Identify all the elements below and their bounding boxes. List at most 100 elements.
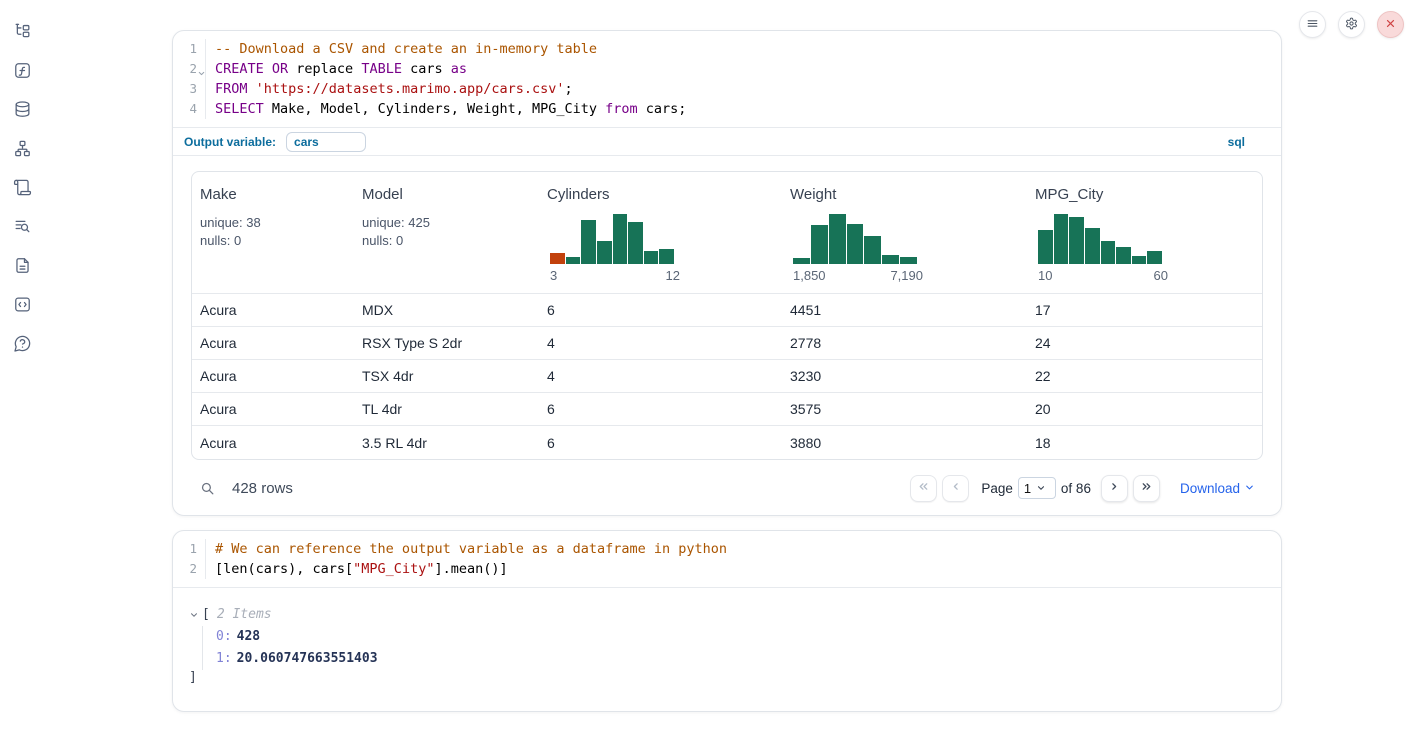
table-cell: 4451 (782, 302, 1027, 318)
line-number: 2 (173, 59, 206, 79)
close-icon (1384, 17, 1397, 33)
line-number: 3 (173, 79, 206, 99)
column-stat: unique: 425 (362, 214, 531, 232)
output-variable-label: Output variable: (184, 135, 276, 149)
histogram-min-label: 1,850 (793, 268, 826, 283)
histogram-bar[interactable] (613, 214, 628, 264)
search-icon[interactable] (199, 480, 216, 497)
fold-indicator[interactable] (197, 64, 206, 73)
download-button[interactable]: Download (1180, 481, 1255, 496)
output-variable-row: Output variable: sql (173, 127, 1281, 156)
first-page-button[interactable] (910, 475, 937, 502)
tree-value: 20.060747663551403 (237, 651, 378, 666)
python-code-editor[interactable]: 1# We can reference the output variable … (173, 531, 1281, 587)
histogram-bar[interactable] (847, 224, 864, 264)
table-row[interactable]: Acura3.5 RL 4dr6388018 (192, 426, 1262, 459)
histogram-bar[interactable] (566, 257, 581, 264)
histogram-min-label: 10 (1038, 268, 1052, 283)
histogram-max-label: 60 (1154, 268, 1168, 283)
code-token: cars (402, 61, 451, 77)
table-row[interactable]: AcuraMDX6445117 (192, 294, 1262, 327)
page-select-value: 1 (1024, 481, 1031, 496)
table-row[interactable]: AcuraTSX 4dr4323022 (192, 360, 1262, 393)
table-cell: Acura (192, 302, 354, 318)
histogram-bar[interactable] (882, 255, 899, 264)
column-header[interactable]: Weight (790, 186, 836, 203)
database-button[interactable] (11, 100, 33, 122)
code-token: cars; (638, 101, 687, 117)
histogram-bar[interactable] (1132, 256, 1147, 264)
column-histogram: 1,8507,190 (790, 214, 1019, 283)
left-sidebar (0, 0, 44, 729)
column-header[interactable]: Make (200, 186, 237, 203)
histogram-bar[interactable] (659, 249, 674, 264)
chevron-right-icon (1108, 480, 1121, 496)
histogram-bar[interactable] (597, 241, 612, 264)
table-cell: 3575 (782, 401, 1027, 417)
code-text: # We can reference the output variable a… (206, 539, 727, 559)
language-badge[interactable]: sql (1228, 135, 1245, 149)
histogram-bar[interactable] (1054, 214, 1069, 264)
table-cell: Acura (192, 335, 354, 351)
menu-button[interactable] (1299, 11, 1326, 38)
table-row[interactable]: AcuraRSX Type S 2dr4277824 (192, 327, 1262, 360)
histogram-bar[interactable] (1101, 241, 1116, 264)
page-select[interactable]: 1 (1018, 477, 1056, 499)
column-header[interactable]: MPG_City (1035, 186, 1103, 203)
code-token: FROM (215, 81, 248, 97)
row-count: 428 rows (232, 480, 293, 497)
histogram-bar[interactable] (1116, 247, 1131, 264)
logs-search-icon (13, 217, 32, 239)
table-cell: Acura (192, 368, 354, 384)
chevrons-left-icon (917, 480, 930, 496)
table-cell: TL 4dr (354, 401, 539, 417)
column-header[interactable]: Cylinders (547, 186, 610, 203)
table-footer: 428 rows Page 1 of 86 Download (173, 460, 1281, 516)
settings-button[interactable] (1338, 11, 1365, 38)
histogram-min-label: 3 (550, 268, 557, 283)
histogram-bar[interactable] (1147, 251, 1162, 264)
histogram-bar[interactable] (864, 236, 881, 264)
column-header[interactable]: Model (362, 186, 403, 203)
table-body: AcuraMDX6445117AcuraRSX Type S 2dr427782… (192, 294, 1262, 459)
documentation-button[interactable] (11, 256, 33, 278)
code-token: Make, Model, Cylinders, Weight, MPG_City (264, 101, 605, 117)
histogram-bar[interactable] (1069, 217, 1084, 264)
code-token: as (451, 61, 467, 77)
sql-code-editor[interactable]: 1-- Download a CSV and create an in-memo… (173, 31, 1281, 127)
line-number: 4 (173, 99, 206, 119)
output-variable-input[interactable] (286, 132, 366, 152)
dependency-graph-button[interactable] (11, 139, 33, 161)
gear-icon (1345, 17, 1358, 33)
logs-button[interactable] (11, 217, 33, 239)
tree-entry: 1:20.060747663551403 (216, 648, 1265, 670)
chevrons-right-icon (1140, 480, 1153, 496)
histogram-bar[interactable] (550, 253, 565, 264)
histogram-bar[interactable] (644, 251, 659, 264)
histogram-max-label: 12 (666, 268, 680, 283)
next-page-button[interactable] (1101, 475, 1128, 502)
table-cell: Acura (192, 435, 354, 451)
chevron-down-icon[interactable] (189, 610, 199, 620)
file-tree-button[interactable] (11, 22, 33, 44)
last-page-button[interactable] (1133, 475, 1160, 502)
snippets-button[interactable] (11, 295, 33, 317)
help-button[interactable] (11, 334, 33, 356)
tree-value: 428 (237, 629, 260, 644)
histogram-bar[interactable] (581, 220, 596, 264)
top-actions (1299, 11, 1404, 38)
column-header-cell: Weight 1,8507,190 (782, 172, 1027, 293)
scratchpad-button[interactable] (11, 178, 33, 200)
function-button[interactable] (11, 61, 33, 83)
histogram-bar[interactable] (811, 225, 828, 264)
table-row[interactable]: AcuraTL 4dr6357520 (192, 393, 1262, 426)
histogram-bar[interactable] (1038, 230, 1053, 264)
histogram-bar[interactable] (628, 222, 643, 264)
histogram-bar[interactable] (793, 258, 810, 264)
histogram-bar[interactable] (1085, 228, 1100, 264)
shutdown-button[interactable] (1377, 11, 1404, 38)
histogram-bar[interactable] (900, 257, 917, 264)
prev-page-button[interactable] (942, 475, 969, 502)
code-line: 1# We can reference the output variable … (173, 539, 1281, 559)
histogram-bar[interactable] (829, 214, 846, 264)
